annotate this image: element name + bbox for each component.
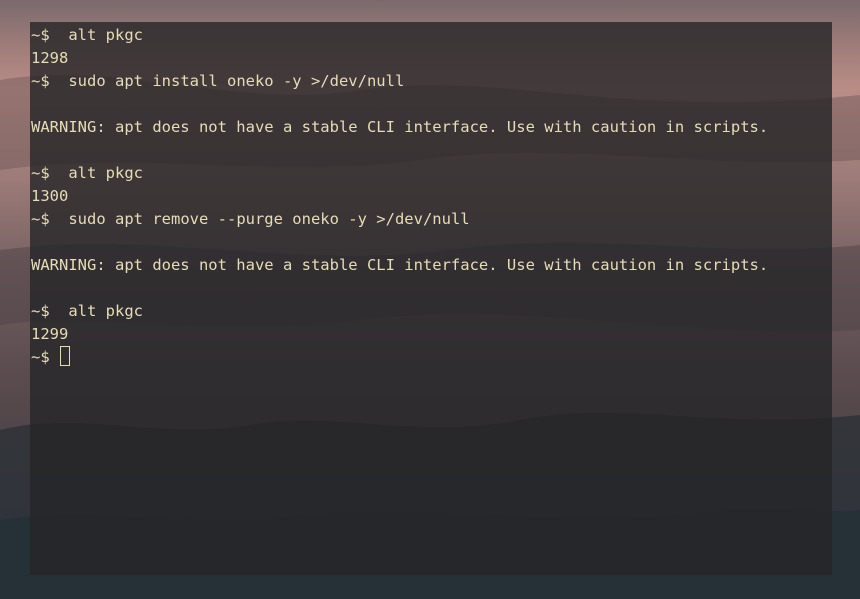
terminal-line: ~$ sudo apt remove --purge oneko -y >/de… [31, 208, 832, 231]
command: sudo apt install oneko -y >/dev/null [68, 72, 405, 90]
command: alt pkgc [68, 164, 143, 182]
prompt: ~$ [31, 26, 50, 44]
prompt: ~$ [31, 72, 50, 90]
terminal-window[interactable]: ~$ alt pkgc 1298 ~$ sudo apt install one… [30, 22, 832, 575]
terminal-line: ~$ alt pkgc [31, 162, 832, 185]
terminal-line: WARNING: apt does not have a stable CLI … [31, 254, 832, 277]
terminal-line: WARNING: apt does not have a stable CLI … [31, 116, 832, 139]
terminal-line: ~$ sudo apt install oneko -y >/dev/null [31, 70, 832, 93]
output: 1298 [31, 49, 69, 67]
terminal-line: 1298 [31, 47, 832, 70]
prompt: ~$ [31, 164, 50, 182]
output: WARNING: apt does not have a stable CLI … [31, 256, 769, 274]
prompt: ~$ [31, 302, 50, 320]
command: alt pkgc [68, 302, 143, 320]
output: WARNING: apt does not have a stable CLI … [31, 118, 769, 136]
terminal-line: ~$ alt pkgc [31, 300, 832, 323]
terminal-input-line[interactable]: ~$ [31, 346, 832, 369]
block-cursor-icon [60, 346, 71, 366]
command: sudo apt remove --purge oneko -y >/dev/n… [68, 210, 470, 228]
output: 1299 [31, 325, 69, 343]
prompt: ~$ [31, 348, 50, 366]
terminal-line: ~$ alt pkgc [31, 24, 832, 47]
output: 1300 [31, 187, 69, 205]
terminal-line: 1300 [31, 185, 832, 208]
command: alt pkgc [68, 26, 143, 44]
prompt: ~$ [31, 210, 50, 228]
terminal-line: 1299 [31, 323, 832, 346]
